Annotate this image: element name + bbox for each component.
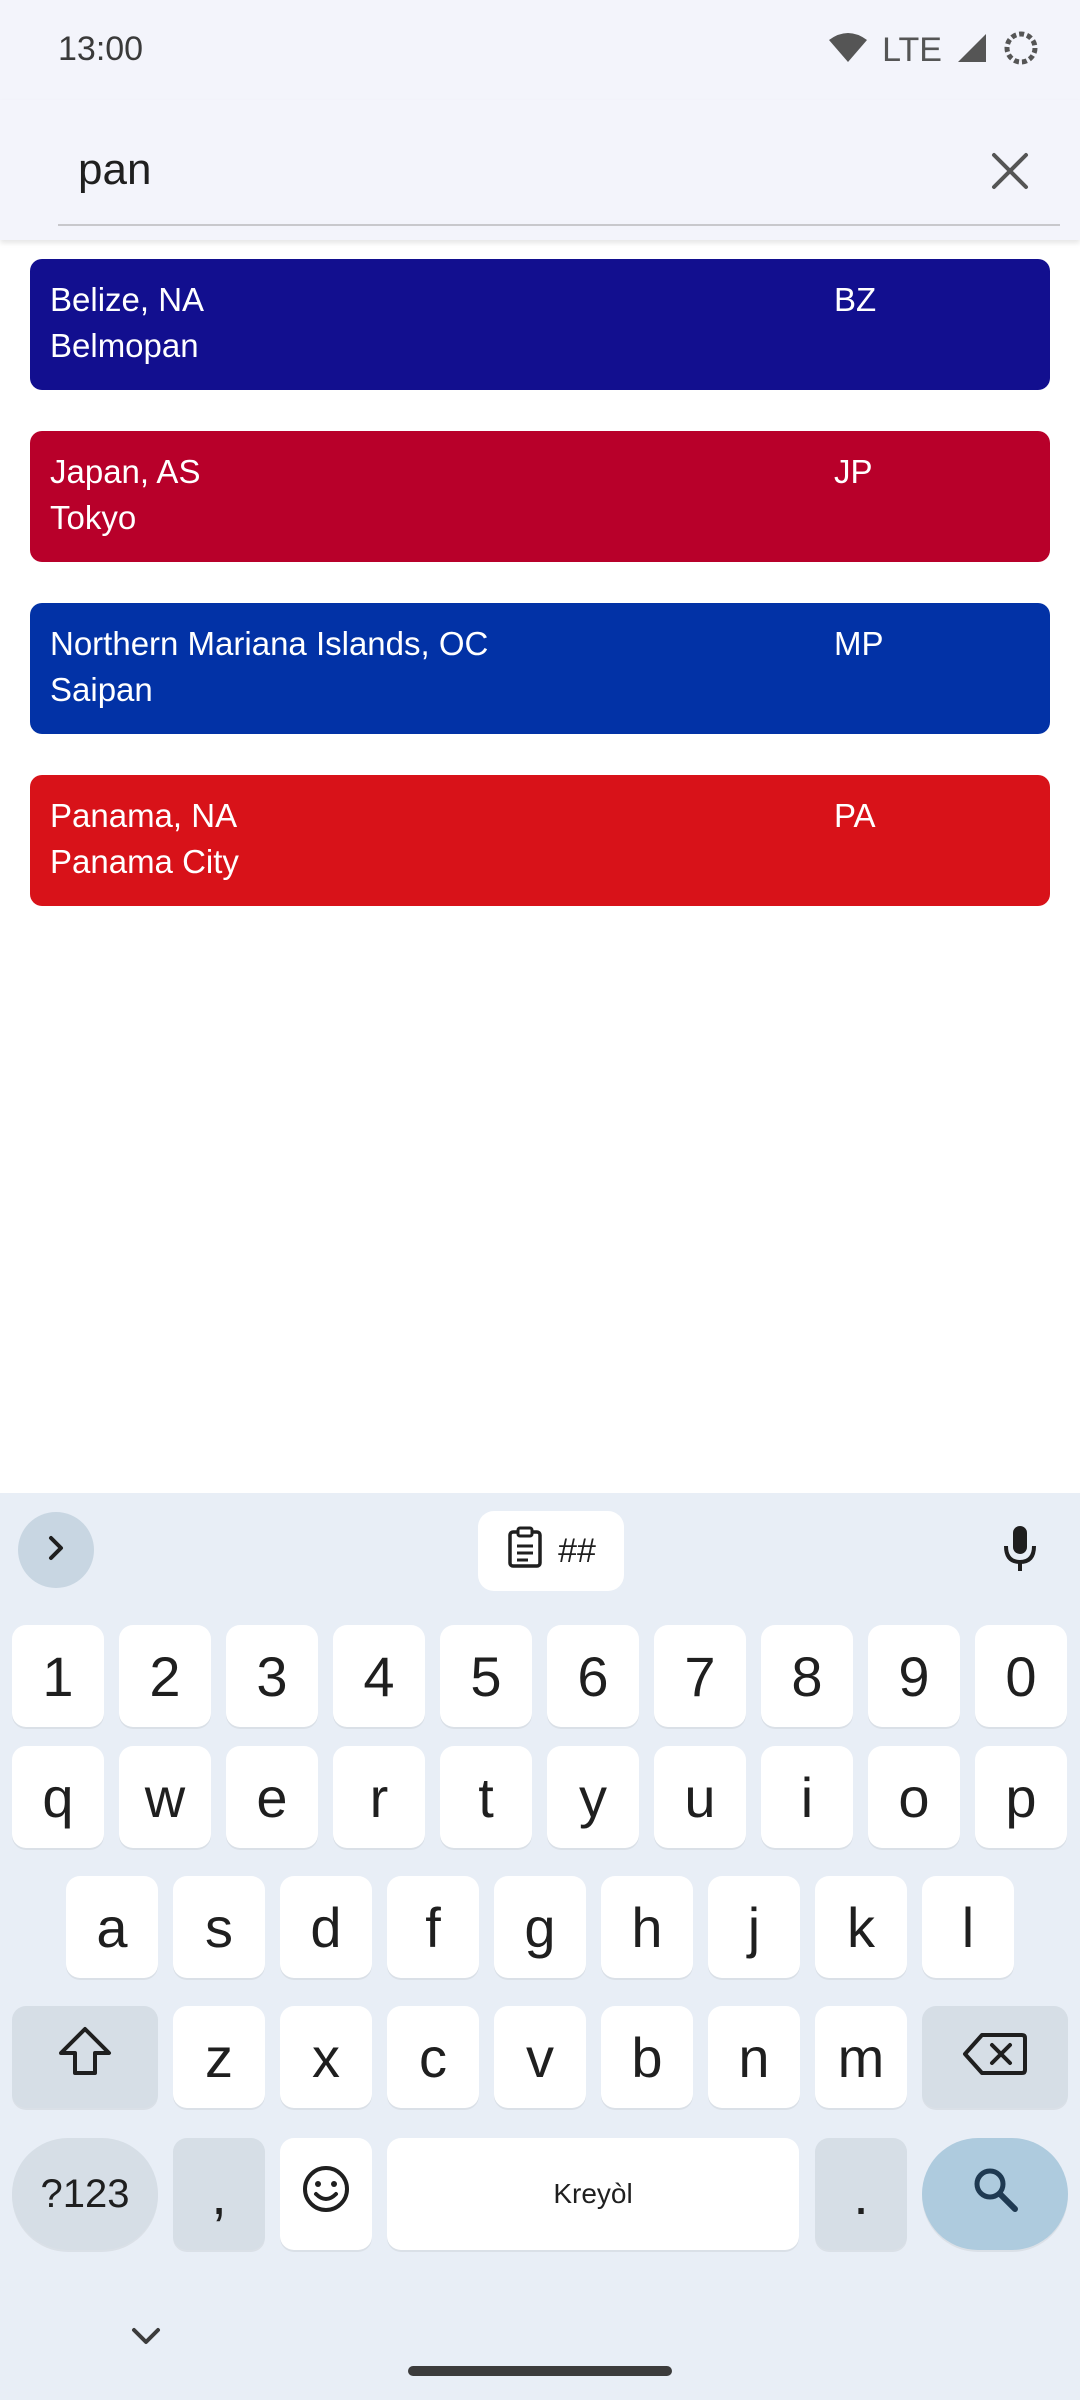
status-icons: LTE <box>828 28 1040 72</box>
key-6[interactable]: 6 <box>547 1625 639 1727</box>
key-y[interactable]: y <box>547 1746 639 1848</box>
key-n[interactable]: n <box>708 2006 800 2108</box>
key-w[interactable]: w <box>119 1746 211 1848</box>
country-name: Japan, AS <box>50 453 201 490</box>
key-2[interactable]: 2 <box>119 1625 211 1727</box>
capital-name: Saipan <box>50 671 153 708</box>
key-s[interactable]: s <box>173 1876 265 1978</box>
key-0[interactable]: 0 <box>975 1625 1067 1727</box>
country-name: Panama, NA <box>50 797 238 834</box>
key-z[interactable]: z <box>173 2006 265 2108</box>
comma-key[interactable]: , <box>173 2138 265 2250</box>
shift-icon <box>57 2025 113 2090</box>
search-key[interactable] <box>922 2138 1068 2250</box>
key-8[interactable]: 8 <box>761 1625 853 1727</box>
capital-name: Panama City <box>50 843 239 880</box>
search-bar <box>0 100 1080 240</box>
result-card-northern-mariana-islands[interactable]: Northern Mariana Islands, OC Saipan MP <box>30 603 1050 734</box>
capital-name: Belmopan <box>50 327 199 364</box>
space-key[interactable]: Kreyòl <box>387 2138 799 2250</box>
clipboard-icon <box>506 1526 544 1577</box>
key-e[interactable]: e <box>226 1746 318 1848</box>
key-m[interactable]: m <box>815 2006 907 2108</box>
search-icon <box>970 2162 1020 2227</box>
result-card-belize[interactable]: Belize, NA Belmopan BZ <box>30 259 1050 390</box>
backspace-icon <box>962 2025 1028 2090</box>
country-code: JP <box>834 453 873 490</box>
gesture-navigation-handle[interactable] <box>408 2366 672 2376</box>
battery-saver-icon <box>1002 29 1040 72</box>
chevron-right-icon <box>41 1533 71 1568</box>
wifi-icon <box>828 32 868 69</box>
key-i[interactable]: i <box>761 1746 853 1848</box>
key-v[interactable]: v <box>494 2006 586 2108</box>
clear-search-button[interactable] <box>975 138 1045 208</box>
emoji-icon <box>301 2162 351 2227</box>
key-l[interactable]: l <box>922 1876 1014 1978</box>
key-d[interactable]: d <box>280 1876 372 1978</box>
shift-key[interactable] <box>12 2006 158 2108</box>
results-list: Belize, NA Belmopan BZ Japan, AS Tokyo J… <box>30 259 1050 947</box>
backspace-key[interactable] <box>922 2006 1068 2108</box>
key-1[interactable]: 1 <box>12 1625 104 1727</box>
country-name: Northern Mariana Islands, OC <box>50 625 489 662</box>
key-7[interactable]: 7 <box>654 1625 746 1727</box>
result-card-japan[interactable]: Japan, AS Tokyo JP <box>30 431 1050 562</box>
network-type: LTE <box>882 30 942 69</box>
microphone-icon <box>1000 1524 1040 1579</box>
key-f[interactable]: f <box>387 1876 479 1978</box>
status-bar: 13:00 LTE <box>0 0 1080 100</box>
country-code: PA <box>834 797 876 834</box>
on-screen-keyboard: ## 1 2 3 4 5 6 7 8 9 0 q w e r t y u i o… <box>0 1493 1080 2400</box>
key-u[interactable]: u <box>654 1746 746 1848</box>
key-3[interactable]: 3 <box>226 1625 318 1727</box>
keyboard-toolbar: ## <box>0 1493 1080 1611</box>
key-4[interactable]: 4 <box>333 1625 425 1727</box>
key-p[interactable]: p <box>975 1746 1067 1848</box>
search-input[interactable] <box>78 140 938 200</box>
key-q[interactable]: q <box>12 1746 104 1848</box>
signal-icon <box>956 32 988 69</box>
expand-toolbar-button[interactable] <box>18 1512 94 1588</box>
search-underline <box>58 224 1060 226</box>
chevron-down-icon <box>130 2326 162 2353</box>
key-a[interactable]: a <box>66 1876 158 1978</box>
country-code: BZ <box>834 281 877 318</box>
key-c[interactable]: c <box>387 2006 479 2108</box>
key-9[interactable]: 9 <box>868 1625 960 1727</box>
key-g[interactable]: g <box>494 1876 586 1978</box>
key-b[interactable]: b <box>601 2006 693 2108</box>
key-r[interactable]: r <box>333 1746 425 1848</box>
status-time: 13:00 <box>58 30 144 68</box>
key-h[interactable]: h <box>601 1876 693 1978</box>
key-t[interactable]: t <box>440 1746 532 1848</box>
capital-name: Tokyo <box>50 499 137 536</box>
result-card-panama[interactable]: Panama, NA Panama City PA <box>30 775 1050 906</box>
key-5[interactable]: 5 <box>440 1625 532 1727</box>
key-x[interactable]: x <box>280 2006 372 2108</box>
voice-input-button[interactable] <box>990 1521 1050 1581</box>
key-k[interactable]: k <box>815 1876 907 1978</box>
clipboard-text: ## <box>558 1531 596 1570</box>
key-o[interactable]: o <box>868 1746 960 1848</box>
period-key[interactable]: . <box>815 2138 907 2250</box>
key-j[interactable]: j <box>708 1876 800 1978</box>
hide-keyboard-button[interactable] <box>126 2324 166 2354</box>
country-name: Belize, NA <box>50 281 205 318</box>
close-icon <box>990 151 1030 196</box>
clipboard-suggestion[interactable]: ## <box>478 1511 624 1591</box>
country-code: MP <box>834 625 884 662</box>
symbols-key[interactable]: ?123 <box>12 2138 158 2250</box>
emoji-key[interactable] <box>280 2138 372 2250</box>
